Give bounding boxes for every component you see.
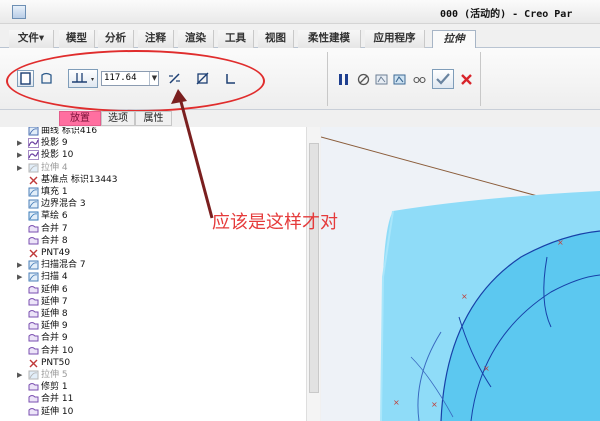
annotation-text: 应该是这样才对 xyxy=(212,212,338,233)
